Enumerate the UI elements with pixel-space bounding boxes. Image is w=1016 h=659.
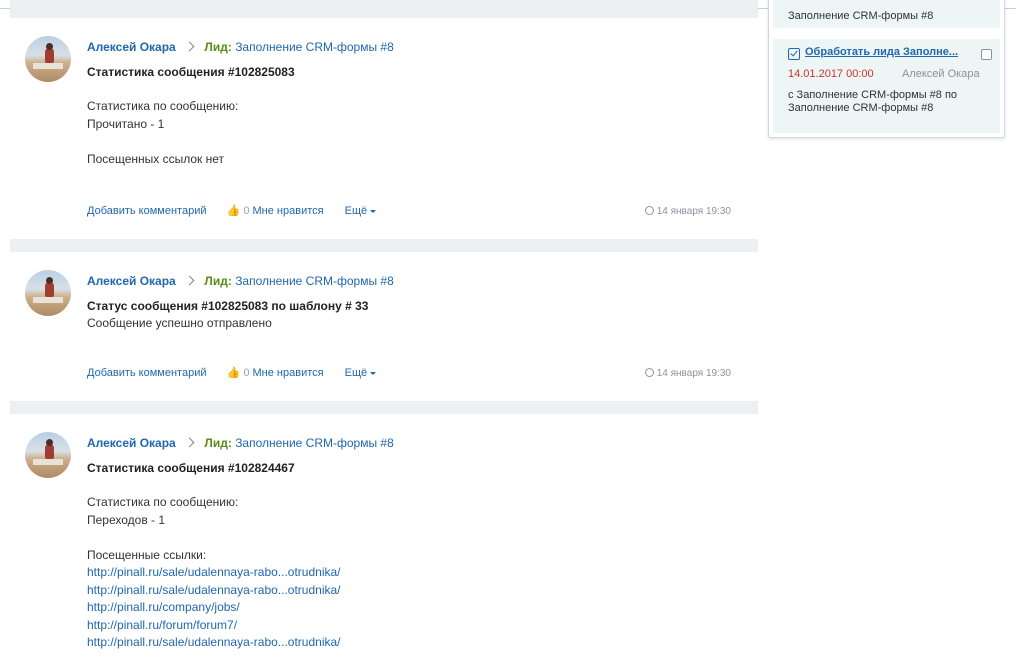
post-body: Сообщение успешно отправлено <box>87 315 272 333</box>
body-line: Посещенные ссылки: <box>87 547 207 562</box>
post-title: Статистика сообщения #102824467 <box>87 461 295 475</box>
like-label[interactable]: Мне нравится <box>253 205 324 217</box>
post-header: Алексей Окара Лид: Заполнение CRM-формы … <box>87 274 394 288</box>
feed-post: Алексей Окара Лид: Заполнение CRM-формы … <box>10 252 758 401</box>
post-body: Статистика по сообщению: Прочитано - 1 П… <box>87 98 238 168</box>
caret-down-icon <box>370 209 377 213</box>
author-link[interactable]: Алексей Окара <box>87 274 176 288</box>
body-line: Прочитано - 1 <box>87 116 165 131</box>
task-card[interactable]: Обработать лида Заполне... 14.01.2017 00… <box>773 39 1000 133</box>
task-deadline: 14.01.2017 00:00 <box>788 68 874 80</box>
task-description: с Заполнение CRM-формы #8 по Заполнение … <box>788 89 957 115</box>
task-description-line: с Заполнение CRM-формы #8 по <box>788 89 958 101</box>
task-complete-checkbox[interactable] <box>981 49 992 60</box>
time-label: 14 января 19:30 <box>656 206 731 217</box>
post-body: Статистика по сообщению: Переходов - 1 П… <box>87 494 341 652</box>
clock-icon <box>644 206 654 215</box>
tasks-panel: Заполнение CRM-формы #8 Обработать лида … <box>768 0 1005 138</box>
feed-separator <box>10 239 758 252</box>
chevron-right-icon <box>184 437 195 448</box>
caret-down-icon <box>370 371 377 375</box>
thumbs-up-icon: 👍 <box>226 367 241 379</box>
post-actions: Добавить комментарий 👍 0 Мне нравится Ещ… <box>87 366 377 379</box>
visited-link[interactable]: http://pinall.ru/forum/forum7/ <box>87 617 341 635</box>
post-title: Статистика сообщения #102825083 <box>87 65 295 79</box>
lead-label: Лид: <box>204 274 232 288</box>
time-label: 14 января 19:30 <box>656 368 731 379</box>
post-title: Статус сообщения #102825083 по шаблону #… <box>87 299 369 313</box>
post-header: Алексей Окара Лид: Заполнение CRM-формы … <box>87 40 394 54</box>
lead-link[interactable]: Заполнение CRM-формы #8 <box>235 40 394 54</box>
feed-separator <box>10 401 758 414</box>
clock-icon <box>644 368 654 377</box>
visited-link[interactable]: http://pinall.ru/company/jobs/ <box>87 599 341 617</box>
lead-link[interactable]: Заполнение CRM-формы #8 <box>235 274 394 288</box>
feed-post: Алексей Окара Лид: Заполнение CRM-формы … <box>10 414 758 659</box>
body-line: Статистика по сообщению: <box>87 99 239 113</box>
visited-link[interactable]: http://pinall.ru/sale/udalennaya-rabo...… <box>87 582 341 600</box>
visited-link[interactable]: http://pinall.ru/sale/udalennaya-rabo...… <box>87 634 341 652</box>
task-owner: Алексей Окара <box>902 68 980 80</box>
feed-separator <box>10 0 758 18</box>
like-button[interactable]: 👍 0 Мне нравится <box>227 367 324 379</box>
body-line: Статистика по сообщению: <box>87 495 239 509</box>
lead-link[interactable]: Заполнение CRM-формы #8 <box>235 436 394 450</box>
author-link[interactable]: Алексей Окара <box>87 436 176 450</box>
post-header: Алексей Окара Лид: Заполнение CRM-формы … <box>87 436 394 450</box>
like-button[interactable]: 👍 0 Мне нравится <box>227 205 324 217</box>
more-label: Ещё <box>344 367 368 379</box>
like-count: 0 <box>243 205 250 217</box>
author-link[interactable]: Алексей Окара <box>87 40 176 54</box>
more-menu[interactable]: Ещё <box>345 367 377 379</box>
task-title-link[interactable]: Обработать лида Заполне... <box>805 46 958 58</box>
chevron-right-icon <box>184 275 195 286</box>
feed-post: Алексей Окара Лид: Заполнение CRM-формы … <box>10 18 758 239</box>
avatar[interactable] <box>25 36 71 82</box>
more-label: Ещё <box>344 205 368 217</box>
body-line: Посещенных ссылок нет <box>87 151 225 166</box>
task-card-previous[interactable]: Заполнение CRM-формы #8 <box>773 0 1000 28</box>
lead-label: Лид: <box>204 40 232 54</box>
task-checked-icon <box>788 48 800 60</box>
more-menu[interactable]: Ещё <box>345 205 377 217</box>
avatar[interactable] <box>25 270 71 316</box>
body-line: Сообщение успешно отправлено <box>87 316 272 330</box>
post-actions: Добавить комментарий 👍 0 Мне нравится Ещ… <box>87 204 377 217</box>
lead-label: Лид: <box>204 436 232 450</box>
body-line: Переходов - 1 <box>87 512 166 527</box>
like-label[interactable]: Мне нравится <box>253 367 324 379</box>
task-description: Заполнение CRM-формы #8 <box>788 10 934 22</box>
post-time: 14 января 19:30 <box>644 206 731 217</box>
visited-link[interactable]: http://pinall.ru/sale/udalennaya-rabo...… <box>87 564 341 582</box>
avatar[interactable] <box>25 432 71 478</box>
add-comment-link[interactable]: Добавить комментарий <box>87 205 206 217</box>
thumbs-up-icon: 👍 <box>226 205 241 217</box>
post-time: 14 января 19:30 <box>644 368 731 379</box>
chevron-right-icon <box>184 41 195 52</box>
task-description-line: Заполнение CRM-формы #8 <box>788 102 934 114</box>
add-comment-link[interactable]: Добавить комментарий <box>87 367 206 379</box>
like-count: 0 <box>243 367 250 379</box>
